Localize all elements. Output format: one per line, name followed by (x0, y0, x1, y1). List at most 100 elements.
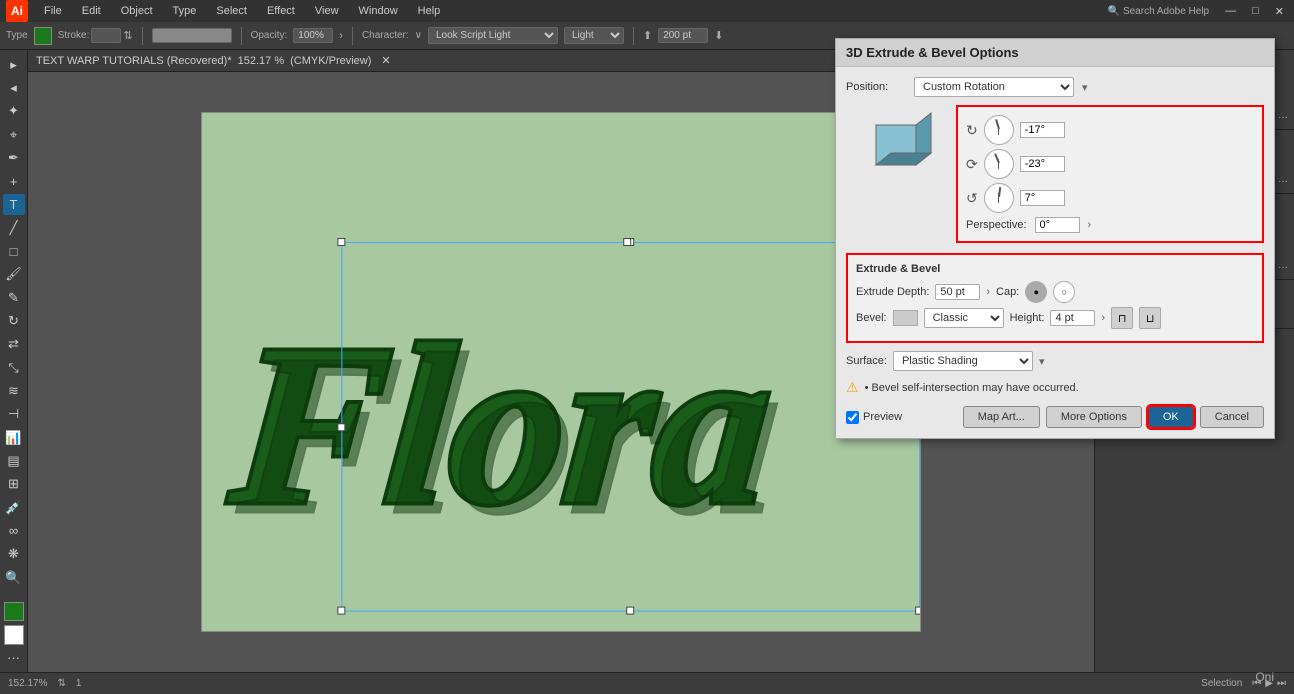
dialog-body: Position: Custom Rotation ▾ (836, 67, 1274, 438)
preview-checkbox-label[interactable]: Preview (846, 411, 902, 424)
position-dropdown-arrow[interactable]: ▾ (1082, 81, 1088, 94)
more-options-button[interactable]: More Options (1046, 406, 1142, 428)
warp-tool[interactable]: ≋ (3, 380, 25, 401)
menu-window[interactable]: Window (355, 3, 402, 19)
bevel-select[interactable]: Classic (924, 308, 1004, 328)
y-rotation-input[interactable] (1020, 156, 1065, 172)
gradient-tool[interactable]: ▤ (3, 450, 25, 471)
menu-edit[interactable]: Edit (78, 3, 105, 19)
x-dial[interactable] (984, 115, 1014, 145)
surface-select[interactable]: Plastic Shading (893, 351, 1033, 371)
bevel-icon-2[interactable]: ⊔ (1139, 307, 1161, 329)
dialog-title-bar[interactable]: 3D Extrude & Bevel Options (836, 39, 1274, 67)
align-more[interactable]: ··· (1278, 262, 1288, 273)
extrude-depth-input[interactable] (935, 284, 980, 300)
divider-2 (241, 27, 242, 45)
mesh-tool[interactable]: ⊞ (3, 474, 25, 495)
zoom-tool[interactable]: 🔍 (3, 567, 25, 588)
opacity-arrow[interactable]: › (339, 30, 343, 42)
opacity-input[interactable] (293, 28, 333, 43)
surface-arrow[interactable]: ▾ (1039, 355, 1045, 368)
menu-select[interactable]: Select (212, 3, 251, 19)
maximize-btn[interactable]: □ (1248, 3, 1263, 19)
stroke-arrows[interactable]: ⇅ (123, 29, 132, 42)
add-anchor-tool[interactable]: + (3, 171, 25, 192)
minimize-btn[interactable]: — (1221, 3, 1240, 19)
tab-close[interactable]: ✕ (381, 54, 390, 67)
menu-file[interactable]: File (40, 3, 66, 19)
map-art-button[interactable]: Map Art... (963, 406, 1040, 428)
font-select[interactable]: Look Script Light (428, 27, 558, 44)
font-weight-select[interactable]: Light (564, 27, 624, 44)
next-btn[interactable]: ⏭ (1277, 678, 1286, 689)
menu-view[interactable]: View (311, 3, 343, 19)
paragraph-more[interactable]: ··· (1278, 176, 1288, 187)
menu-type[interactable]: Type (169, 3, 201, 19)
height-arrow[interactable]: › (1101, 312, 1105, 324)
type-tool[interactable]: T (3, 194, 25, 215)
extrude-title: Extrude & Bevel (856, 263, 1254, 275)
perspective-arrow[interactable]: › (1088, 219, 1092, 231)
x-rotation-row: ↻ (966, 115, 1254, 145)
blend-tool[interactable]: ∞ (3, 520, 25, 541)
z-dial[interactable] (984, 183, 1014, 213)
width-tool[interactable]: ⊣ (3, 404, 25, 425)
eyedropper-tool[interactable]: 💉 (3, 497, 25, 518)
reflect-tool[interactable]: ⇄ (3, 334, 25, 355)
lasso-tool[interactable]: ⌖ (3, 124, 25, 145)
direct-select-tool[interactable]: ◂ (3, 77, 25, 98)
selection-tool[interactable]: ▸ (3, 54, 25, 75)
bevel-icon-1[interactable]: ⊓ (1111, 307, 1133, 329)
type-tool-label: Type (6, 30, 28, 41)
perspective-input[interactable] (1035, 217, 1080, 233)
fill-swatch[interactable] (4, 602, 24, 621)
magic-wand-tool[interactable]: ✦ (3, 101, 25, 122)
paintbrush-tool[interactable]: 🖌 (3, 264, 25, 285)
stroke-input[interactable] (91, 28, 121, 43)
ok-button[interactable]: OK (1148, 406, 1194, 428)
app-logo: Ai (6, 0, 28, 22)
menu-object[interactable]: Object (117, 3, 157, 19)
bevel-row: Bevel: Classic Height: › ⊓ ⊔ (856, 307, 1254, 329)
font-size-down[interactable]: ⬇ (714, 29, 723, 42)
y-rotation-row: ⟳ (966, 149, 1254, 179)
height-input[interactable] (1050, 310, 1095, 326)
fill-color[interactable] (34, 27, 52, 45)
more-tools[interactable]: ··· (3, 647, 25, 668)
surface-row: Surface: Plastic Shading ▾ (846, 351, 1264, 371)
close-btn[interactable]: ✕ (1271, 3, 1288, 20)
y-dial[interactable] (984, 149, 1014, 179)
cap-btn-off[interactable]: ○ (1053, 281, 1075, 303)
rect-tool[interactable]: □ (3, 241, 25, 262)
divider-3 (352, 27, 353, 45)
font-size-input[interactable] (658, 28, 708, 43)
preview-label: Preview (863, 411, 902, 423)
preview-checkbox[interactable] (846, 411, 859, 424)
panel-more[interactable]: ··· (1278, 112, 1288, 123)
menu-help[interactable]: Help (414, 3, 445, 19)
cap-btn-on[interactable]: ● (1025, 281, 1047, 303)
symbol-tool[interactable]: ❋ (3, 544, 25, 565)
char-arrow[interactable]: ∨ (415, 30, 422, 41)
scale-tool[interactable]: ⤡ (3, 357, 25, 378)
menu-bar: Ai File Edit Object Type Select Effect V… (0, 0, 1294, 22)
pen-tool[interactable]: ✒ (3, 147, 25, 168)
position-select[interactable]: Custom Rotation (914, 77, 1074, 97)
zoom-arrows[interactable]: ⇅ (57, 678, 65, 689)
z-rotation-input[interactable] (1020, 190, 1065, 206)
rotate-tool[interactable]: ↻ (3, 310, 25, 331)
canvas[interactable]: Flora Flora (201, 112, 921, 632)
line-tool[interactable]: ╱ (3, 217, 25, 238)
color-swatch-input[interactable] (152, 28, 232, 43)
font-size-up[interactable]: ⬆ (643, 29, 652, 42)
extrude-depth-arrow[interactable]: › (986, 286, 990, 298)
tab-name: TEXT WARP TUTORIALS (Recovered)* (36, 55, 232, 67)
zoom-display[interactable]: 152.17% (8, 678, 47, 689)
cancel-button[interactable]: Cancel (1200, 406, 1264, 428)
pencil-tool[interactable]: ✎ (3, 287, 25, 308)
search-box[interactable]: 🔍 Search Adobe Help (1104, 4, 1213, 19)
x-rotation-input[interactable] (1020, 122, 1065, 138)
stroke-swatch[interactable] (4, 625, 24, 644)
menu-effect[interactable]: Effect (263, 3, 299, 19)
graph-tool[interactable]: 📊 (3, 427, 25, 448)
